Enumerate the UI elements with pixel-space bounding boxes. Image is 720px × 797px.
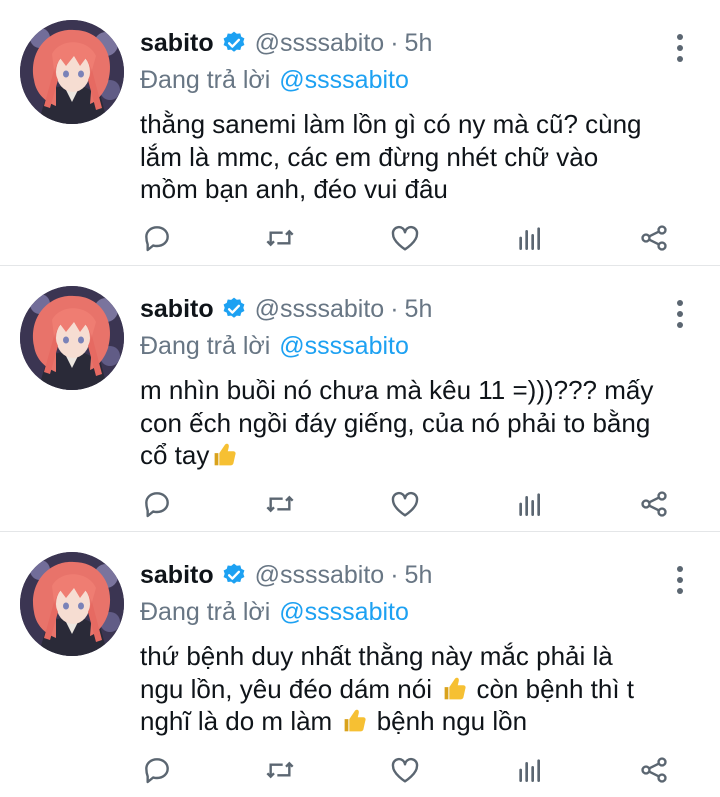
verified-badge-icon <box>223 31 245 52</box>
reply-icon[interactable] <box>137 484 177 524</box>
tweet-list: sabito @ssssabito · 5h Đang trả lời @sss… <box>0 0 720 797</box>
analytics-icon[interactable] <box>510 750 550 790</box>
separator: · <box>390 28 399 57</box>
heart-icon[interactable] <box>385 750 425 790</box>
tweet[interactable]: sabito @ssssabito · 5h Đang trả lời @sss… <box>0 532 720 797</box>
verified-badge-icon <box>223 297 245 318</box>
tweet[interactable]: sabito @ssssabito · 5h Đang trả lời @sss… <box>0 266 720 532</box>
author-name[interactable]: sabito <box>140 29 214 58</box>
retweet-icon[interactable] <box>260 218 300 258</box>
tweet-text-span: còn bệnh thì t <box>476 673 635 704</box>
share-icon[interactable] <box>634 218 674 258</box>
author-handle[interactable]: @ssssabito <box>255 561 385 590</box>
author-name[interactable]: sabito <box>140 561 214 590</box>
reply-prefix: Đang trả lời <box>140 332 271 360</box>
action-bar <box>140 218 680 262</box>
thumbs-up-emoji <box>444 677 466 699</box>
reply-mention[interactable]: @ssssabito <box>279 332 409 360</box>
tweet-text-span: nghĩ là do m làm <box>140 706 333 736</box>
reply-context: Đang trả lời @ssssabito <box>140 596 700 628</box>
tweet-text: thằng sanemi làm lồn gì có ny mà cũ? cùn… <box>140 108 695 206</box>
tweet-text-line: thứ bệnh duy nhất thằng này mắc phải là <box>140 641 613 671</box>
heart-icon[interactable] <box>385 484 425 524</box>
author-handle[interactable]: @ssssabito <box>255 29 385 58</box>
reply-prefix: Đang trả lời <box>140 66 271 94</box>
timestamp[interactable]: 5h <box>405 295 433 324</box>
author-name[interactable]: sabito <box>140 295 214 324</box>
more-vertical-icon[interactable] <box>666 28 694 68</box>
separator: · <box>390 560 399 589</box>
tweet-text-line: m nhìn buồi nó chưa mà kêu 11 =)))??? mấ… <box>140 375 654 405</box>
reply-icon[interactable] <box>137 218 177 258</box>
tweet-text-span: bệnh ngu lồn <box>376 706 528 736</box>
analytics-icon[interactable] <box>510 484 550 524</box>
more-vertical-icon[interactable] <box>666 560 694 600</box>
tweet-text-span: ngu lồn, yêu đéo dám nói <box>140 673 432 704</box>
share-icon[interactable] <box>634 484 674 524</box>
reply-mention[interactable]: @ssssabito <box>279 66 409 94</box>
tweet-text-line: thằng sanemi làm lồn gì có ny mà cũ? cùn… <box>140 109 642 139</box>
thumbs-up-emoji <box>215 443 236 466</box>
tweet-text-line: con ếch ngồi đáy giếng, của nó phải to b… <box>140 407 651 438</box>
reply-context: Đang trả lời @ssssabito <box>140 64 700 96</box>
reply-mention[interactable]: @ssssabito <box>279 598 409 626</box>
share-icon[interactable] <box>634 750 674 790</box>
author-handle[interactable]: @ssssabito <box>255 295 385 324</box>
avatar[interactable] <box>20 552 124 656</box>
retweet-icon[interactable] <box>260 484 300 524</box>
separator: · <box>390 294 399 323</box>
action-bar <box>140 750 680 794</box>
avatar[interactable] <box>20 20 124 124</box>
tweet-text-span: cổ tay <box>140 440 210 470</box>
avatar[interactable] <box>20 286 124 390</box>
timestamp[interactable]: 5h <box>405 561 433 590</box>
reply-icon[interactable] <box>137 750 177 790</box>
tweet-text-line-with-emoji: ngu lồn, yêu đéo dám nói còn bệnh thì t <box>140 673 695 706</box>
tweet-text-line-with-emoji: cổ tay <box>140 439 695 472</box>
tweet-text-line: lắm là mmc, các em đừng nhét chữ vào <box>140 141 599 172</box>
tweet-text: m nhìn buồi nó chưa mà kêu 11 =)))??? mấ… <box>140 374 695 472</box>
retweet-icon[interactable] <box>260 750 300 790</box>
tweet-text-line-with-emoji: nghĩ là do m làm bệnh ngu lồn <box>140 705 695 738</box>
reply-context: Đang trả lời @ssssabito <box>140 330 700 362</box>
tweet-text-line: mồm bạn anh, đéo vui đâu <box>140 174 448 204</box>
heart-icon[interactable] <box>385 218 425 258</box>
analytics-icon[interactable] <box>510 218 550 258</box>
tweet[interactable]: sabito @ssssabito · 5h Đang trả lời @sss… <box>0 0 720 266</box>
verified-badge-icon <box>223 563 245 584</box>
more-vertical-icon[interactable] <box>666 294 694 334</box>
action-bar <box>140 484 680 528</box>
reply-prefix: Đang trả lời <box>140 598 271 626</box>
tweet-text: thứ bệnh duy nhất thằng này mắc phải là … <box>140 640 695 738</box>
timestamp[interactable]: 5h <box>405 29 433 58</box>
thumbs-up-emoji <box>345 709 367 732</box>
